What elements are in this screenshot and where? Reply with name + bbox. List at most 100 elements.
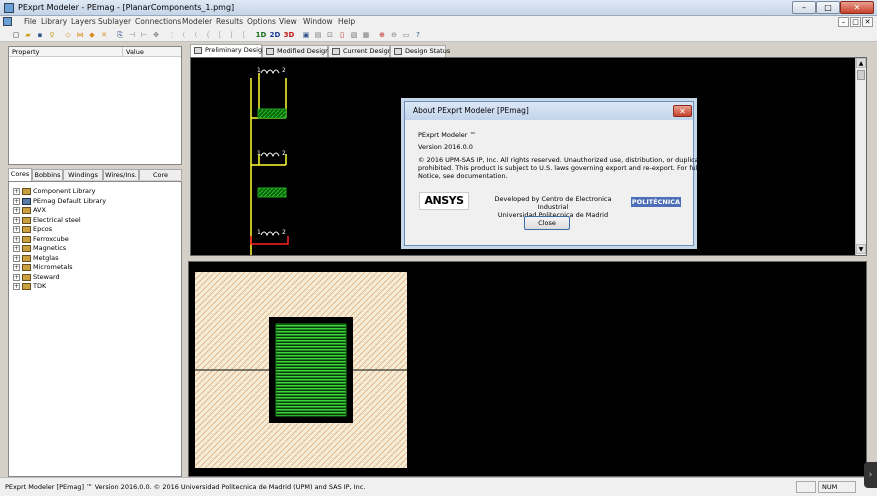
view-3d-icon[interactable]: 3D [283,30,295,40]
bracket5-icon[interactable]: [ [227,30,237,40]
save-icon[interactable]: ▪ [35,30,45,40]
bracket2-icon[interactable]: ( [191,30,201,40]
close-button[interactable]: Close [524,216,570,230]
tree-item[interactable]: + TDK [9,282,179,291]
menu-connections[interactable]: Connections [135,17,181,26]
tab-bobbins[interactable]: Bobbins [32,169,63,180]
about-dialog-close-icon[interactable]: ✕ [673,105,692,117]
tree-item-label: Metglas [33,253,59,262]
report-icon[interactable]: ▦ [361,30,371,40]
bracket6-icon[interactable]: [ [239,30,249,40]
about-dialog-title: About PExprt Modeler [PEmag] [405,102,693,120]
view-2d-icon[interactable]: 2D [269,30,281,40]
schematic-scrollbar[interactable]: ▲ ▼ [855,58,866,255]
connect-icon[interactable]: ⊣ [127,30,137,40]
zoom-icon[interactable]: ⊖ [389,30,399,40]
chart-icon[interactable]: ▧ [349,30,359,40]
scroll-down-icon[interactable]: ▼ [856,244,866,254]
tree-item[interactable]: + Electrical steel [9,216,179,225]
expand-icon[interactable]: + [13,188,20,195]
window-icon[interactable]: ▭ [401,30,411,40]
property-column-header[interactable]: Property [9,47,123,57]
help-icon[interactable]: ? [413,30,423,40]
mdi-restore-button[interactable]: □ [850,17,861,27]
menu-results[interactable]: Results [216,17,243,26]
about-product-name: PExprt Modeler ™ [418,131,477,139]
tab-current-design[interactable]: Current Design [328,45,392,57]
expand-icon[interactable]: + [13,197,20,205]
tab-wires-ins[interactable]: Wires/Ins. [103,169,139,180]
tree-item[interactable]: + Epcos [9,225,179,234]
core-2d-view[interactable] [188,261,867,477]
bracket4-icon[interactable]: [ [215,30,225,40]
tab-cores[interactable]: Cores [8,168,32,181]
expand-icon[interactable]: + [13,264,20,271]
connect2-icon[interactable]: ⊢ [139,30,149,40]
tree-item[interactable]: + Micrometals [9,263,179,272]
core-icon[interactable]: ◇ [63,30,73,40]
fit-icon[interactable]: ⊡ [325,30,335,40]
side-panel-toggle-icon[interactable]: › [864,462,877,488]
menu-options[interactable]: Options [247,17,276,26]
minimize-button[interactable]: – [792,1,816,14]
maximize-button[interactable]: □ [816,1,840,14]
scroll-thumb[interactable] [857,70,865,80]
tab-modified-design[interactable]: Modified Design [262,45,329,57]
menu-help[interactable]: Help [338,17,355,26]
zoom-in-icon[interactable]: ⊕ [377,30,387,40]
menu-view[interactable]: View [279,17,297,26]
view-1d-icon[interactable]: 1D [255,30,267,40]
menu-sublayer[interactable]: Sublayer [98,17,131,26]
menu-window[interactable]: Window [303,17,333,26]
close-window-button[interactable]: ✕ [840,1,874,14]
tree-item[interactable]: + Ferroxcube [9,235,179,244]
menu-library[interactable]: Library [41,17,67,26]
image-icon[interactable]: ▣ [301,30,311,40]
move-icon[interactable]: ✥ [151,30,161,40]
tree-item[interactable]: + Component Library [9,187,179,196]
copy-icon[interactable]: ⎘ [115,30,125,40]
value-column-header[interactable]: Value [123,47,181,57]
menu-file[interactable]: File [24,17,37,26]
table-icon[interactable]: ▤ [313,30,323,40]
tab-windings[interactable]: Windings [63,169,103,180]
scroll-up-icon[interactable]: ▲ [856,58,866,68]
tree-item[interactable]: + Magnetics [9,244,179,253]
tab-core-material[interactable]: Core Material [139,169,182,190]
open-icon[interactable]: ▰ [23,30,33,40]
property-panel: Property Value [8,46,182,165]
menu-modeler[interactable]: Modeler [182,17,212,26]
spec-icon[interactable]: ▯ [337,30,347,40]
app-icon[interactable] [4,3,14,13]
tab-preliminary-design[interactable]: Preliminary Design [190,44,266,57]
expand-icon[interactable]: + [13,254,20,262]
expand-icon[interactable]: + [13,216,20,224]
expand-icon[interactable]: + [13,226,20,233]
library-tree: + Component Library + PEmag Default Library… [8,181,182,477]
bracket3-icon[interactable]: { [203,30,213,40]
mdi-close-button[interactable]: ✕ [862,17,873,27]
document-icon[interactable] [3,17,12,26]
expand-icon[interactable]: + [13,283,20,290]
wire-icon[interactable]: ⋈ [75,30,85,40]
tree-item[interactable]: + AVX [9,206,179,215]
expand-icon[interactable]: + [13,235,20,243]
tree-item[interactable]: + Steward [9,273,179,282]
expand-icon[interactable]: + [13,207,20,214]
about-copyright-3: Notice, see documentation. [418,172,508,180]
key-icon[interactable]: ♀ [47,30,57,40]
bracket1-icon[interactable]: ( [179,30,189,40]
expand-icon[interactable]: + [13,245,20,252]
gap-icon[interactable]: ◆ [87,30,97,40]
toolbar: ▢ ▰ ▪ ♀ ◇ ⋈ ◆ ✕ ⎘ ⊣ ⊢ ✥ ⋮(({[[[1D 2D 3D ▣ ▤ ⊡ ▯ ▧ ▦ ⊕ ⊖ ▭? [0,28,877,42]
split-icon[interactable]: ⋮ [167,30,177,40]
library-folder-icon [22,264,31,271]
tree-item[interactable]: + Metglas [9,254,179,263]
expand-icon[interactable]: + [13,273,20,281]
mdi-minimize-button[interactable]: – [838,17,849,27]
tools-icon[interactable]: ✕ [99,30,109,40]
tree-item[interactable]: + PEmag Default Library [9,197,179,206]
new-icon[interactable]: ▢ [11,30,21,40]
menu-layers[interactable]: Layers [71,17,96,26]
tab-design-status[interactable]: Design Status [390,45,450,57]
